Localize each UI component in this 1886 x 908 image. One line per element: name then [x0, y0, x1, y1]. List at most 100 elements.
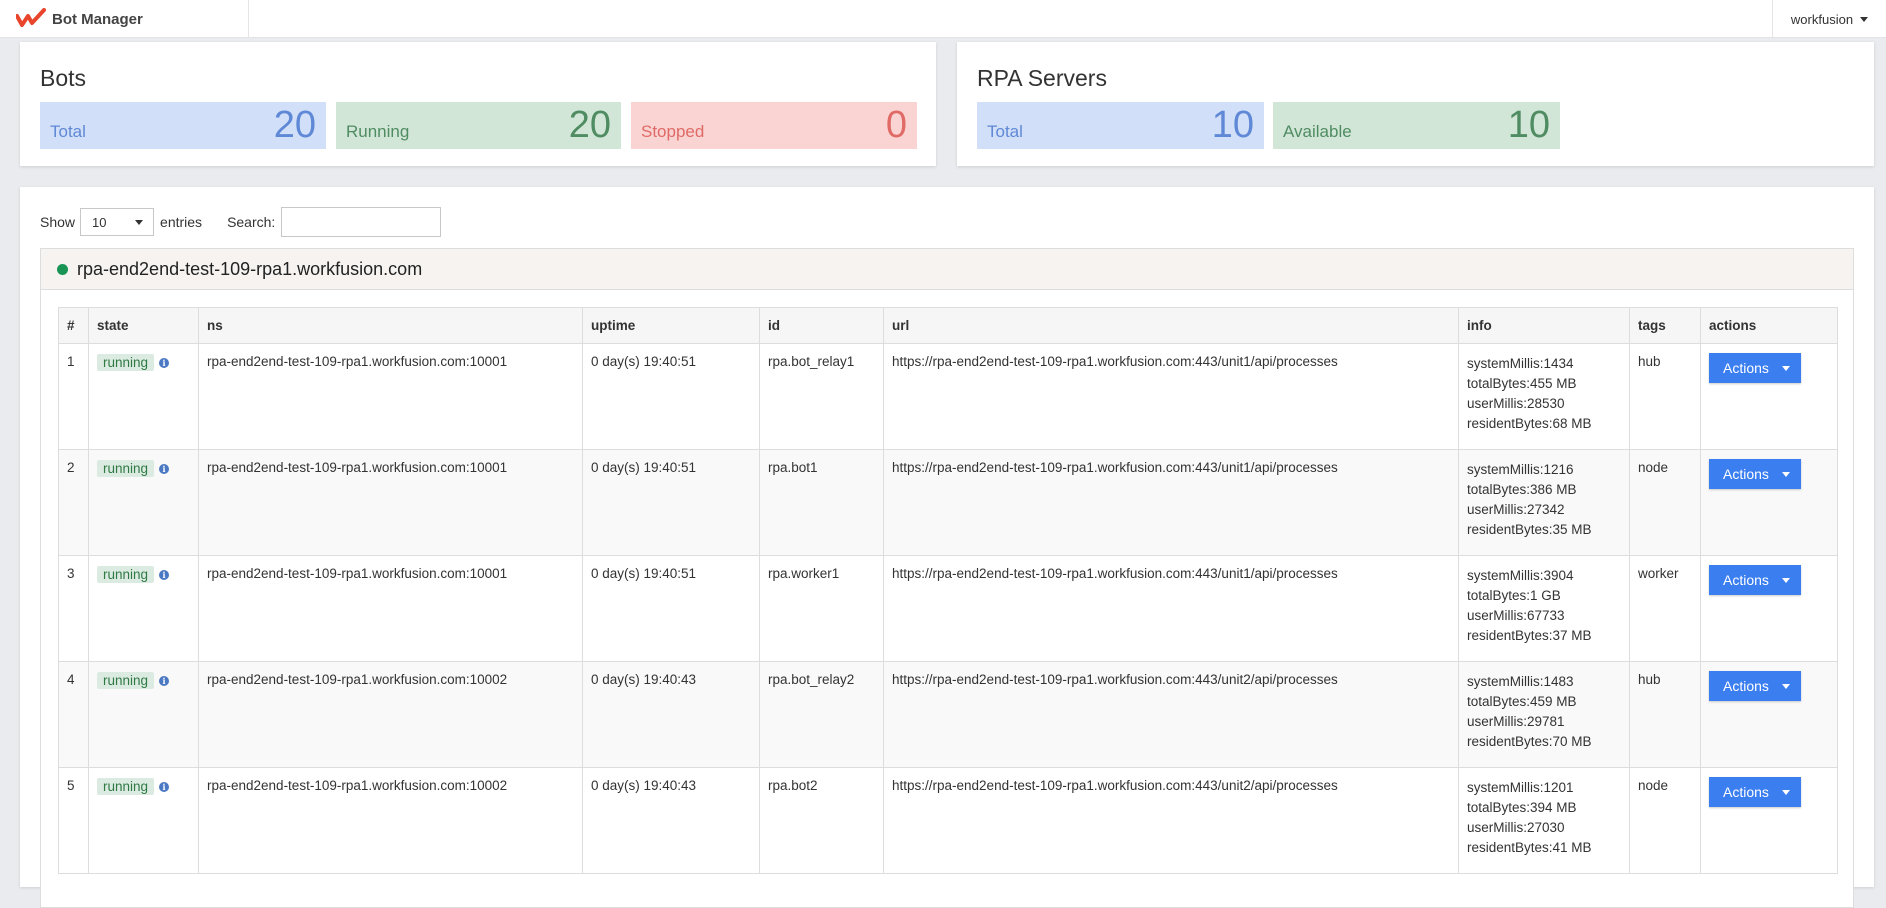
- column-header[interactable]: url: [883, 307, 1459, 344]
- ns-cell: rpa-end2end-test-109-rpa1.workfusion.com…: [198, 767, 583, 874]
- chevron-down-icon: [1782, 365, 1790, 371]
- brand[interactable]: Bot Manager: [16, 0, 249, 38]
- column-header[interactable]: ns: [198, 307, 583, 344]
- bots-title: Bots: [40, 65, 87, 91]
- user-name: workfusion: [1790, 11, 1854, 27]
- info-line: systemMillis:1434: [1467, 356, 1574, 371]
- info-line: residentBytes:70 MB: [1467, 734, 1592, 749]
- server-group-header[interactable]: rpa-end2end-test-109-rpa1.workfusion.com: [41, 249, 1853, 290]
- info-cell: systemMillis:3904 totalBytes:1 GB userMi…: [1458, 555, 1630, 662]
- url-cell: https://rpa-end2end-test-109-rpa1.workfu…: [883, 555, 1459, 662]
- info-icon[interactable]: i: [159, 782, 170, 792]
- actions-button[interactable]: Actions: [1709, 671, 1801, 701]
- url-cell: https://rpa-end2end-test-109-rpa1.workfu…: [883, 449, 1459, 556]
- state-cell: running i: [88, 555, 199, 662]
- tags-cell: hub: [1629, 661, 1701, 768]
- actions-cell: Actions: [1700, 343, 1838, 450]
- state-badge: running: [97, 778, 155, 795]
- chevron-down-icon: [1782, 683, 1790, 689]
- stat-label: Total: [987, 122, 1023, 141]
- stat-label: Stopped: [641, 122, 705, 141]
- info-line: systemMillis:1483: [1467, 674, 1574, 689]
- column-header[interactable]: state: [88, 307, 199, 344]
- ns-cell: rpa-end2end-test-109-rpa1.workfusion.com…: [198, 449, 583, 556]
- url-cell: https://rpa-end2end-test-109-rpa1.workfu…: [883, 767, 1459, 874]
- chevron-down-icon: [1782, 471, 1790, 477]
- actions-button[interactable]: Actions: [1709, 565, 1801, 595]
- info-line: userMillis:67733: [1467, 608, 1565, 623]
- row-number: 1: [58, 343, 89, 450]
- info-line: totalBytes:386 MB: [1467, 482, 1577, 497]
- column-header[interactable]: id: [759, 307, 884, 344]
- bots-total-stat: Total 20: [40, 102, 326, 149]
- table-row: 5 running i rpa-end2end-test-109-rpa1.wor…: [58, 767, 1838, 874]
- info-icon[interactable]: i: [159, 464, 170, 474]
- stat-value: 10: [1507, 104, 1550, 146]
- stat-value: 10: [1211, 104, 1254, 146]
- actions-button[interactable]: Actions: [1709, 459, 1801, 489]
- entries-label: entries: [160, 214, 203, 230]
- info-line: userMillis:28530: [1467, 396, 1565, 411]
- page-size-value: 10: [92, 214, 107, 230]
- actions-button[interactable]: Actions: [1709, 353, 1801, 383]
- ns-cell: rpa-end2end-test-109-rpa1.workfusion.com…: [198, 343, 583, 450]
- uptime-cell: 0 day(s) 19:40:43: [582, 767, 760, 874]
- ns-cell: rpa-end2end-test-109-rpa1.workfusion.com…: [198, 555, 583, 662]
- row-number: 2: [58, 449, 89, 556]
- info-line: totalBytes:459 MB: [1467, 694, 1577, 709]
- info-icon[interactable]: i: [159, 676, 170, 686]
- state-cell: running i: [88, 767, 199, 874]
- actions-label: Actions: [1723, 784, 1769, 800]
- info-cell: systemMillis:1201 totalBytes:394 MB user…: [1458, 767, 1630, 874]
- info-icon[interactable]: i: [159, 570, 170, 580]
- tags-cell: hub: [1629, 343, 1701, 450]
- rpa-servers-title: RPA Servers: [977, 65, 1107, 91]
- stat-label: Running: [346, 122, 410, 141]
- tags-cell: node: [1629, 449, 1701, 556]
- column-header[interactable]: #: [58, 307, 89, 344]
- row-number: 3: [58, 555, 89, 662]
- info-line: totalBytes:1 GB: [1467, 588, 1561, 603]
- table-row: 3 running i rpa-end2end-test-109-rpa1.wor…: [58, 555, 1838, 662]
- chevron-down-icon: [1860, 16, 1869, 22]
- column-header[interactable]: uptime: [582, 307, 760, 344]
- navbar: Bot Manager workfusion: [0, 0, 1886, 38]
- tags-cell: worker: [1629, 555, 1701, 662]
- url-cell: https://rpa-end2end-test-109-rpa1.workfu…: [883, 661, 1459, 768]
- actions-label: Actions: [1723, 466, 1769, 482]
- state-badge: running: [97, 566, 155, 583]
- id-cell: rpa.bot_relay1: [759, 343, 884, 450]
- show-label: Show: [40, 214, 76, 230]
- stat-label: Available: [1283, 122, 1352, 141]
- bots-summary-panel: Bots Total 20 Running 20 Stopped 0: [20, 42, 936, 166]
- table-header-row: # state ns uptime id url info tags actio…: [58, 307, 1838, 344]
- state-cell: running i: [88, 449, 199, 556]
- table-row: 4 running i rpa-end2end-test-109-rpa1.wor…: [58, 661, 1838, 768]
- info-line: residentBytes:68 MB: [1467, 416, 1592, 431]
- column-header[interactable]: actions: [1700, 307, 1838, 344]
- app-title: Bot Manager: [52, 10, 143, 28]
- uptime-cell: 0 day(s) 19:40:51: [582, 555, 760, 662]
- search-label: Search:: [227, 214, 276, 230]
- info-line: systemMillis:3904: [1467, 568, 1574, 583]
- actions-cell: Actions: [1700, 767, 1838, 874]
- bots-running-stat: Running 20: [336, 102, 621, 149]
- id-cell: rpa.worker1: [759, 555, 884, 662]
- state-cell: running i: [88, 661, 199, 768]
- state-badge: running: [97, 672, 155, 689]
- column-header[interactable]: tags: [1629, 307, 1701, 344]
- info-icon[interactable]: i: [159, 358, 170, 368]
- row-number: 5: [58, 767, 89, 874]
- search-input[interactable]: [281, 207, 442, 237]
- column-header[interactable]: info: [1458, 307, 1630, 344]
- row-number: 4: [58, 661, 89, 768]
- table-row: 1 running i rpa-end2end-test-109-rpa1.wor…: [58, 343, 1838, 450]
- actions-button[interactable]: Actions: [1709, 777, 1801, 807]
- info-line: residentBytes:41 MB: [1467, 840, 1592, 855]
- info-cell: systemMillis:1483 totalBytes:459 MB user…: [1458, 661, 1630, 768]
- stat-label: Total: [50, 122, 86, 141]
- user-menu[interactable]: workfusion: [1772, 0, 1886, 38]
- info-line: userMillis:27342: [1467, 502, 1565, 517]
- info-line: residentBytes:37 MB: [1467, 628, 1592, 643]
- page-size-select[interactable]: 10: [80, 208, 155, 236]
